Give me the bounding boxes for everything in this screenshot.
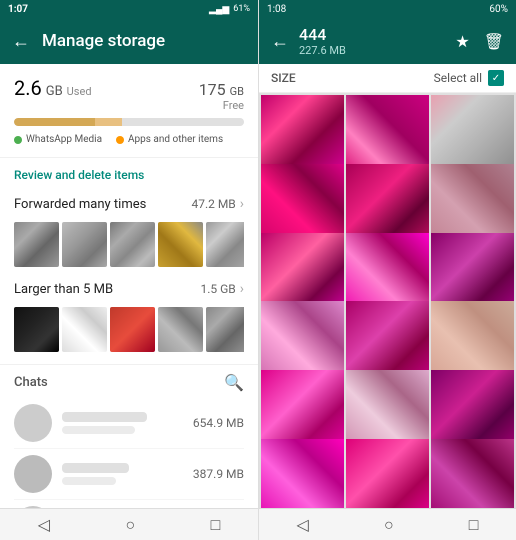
- whatsapp-dot: [14, 136, 22, 144]
- right-recent-nav-icon[interactable]: □: [469, 515, 479, 535]
- legend-whatsapp: WhatsApp Media: [14, 134, 102, 145]
- large-thumb-5: [206, 307, 244, 352]
- chat-name-1: [62, 412, 183, 434]
- chat-item-1[interactable]: 654.9 MB: [14, 398, 244, 449]
- forwarded-size: 47.2 MB ›: [191, 196, 244, 212]
- larger-row[interactable]: Larger than 5 MB 1.5 GB ›: [14, 275, 244, 303]
- whatsapp-bar: [14, 118, 95, 126]
- left-panel: 1:07 ▂▄▆ 61% ← Manage storage 2.6 GB Use…: [0, 0, 258, 540]
- free-storage: 175 GB Free: [199, 80, 244, 112]
- storage-legend: WhatsApp Media Apps and other items: [14, 134, 244, 145]
- left-nav-bar: ◁ ○ □: [0, 508, 258, 540]
- thumb-2: [62, 222, 107, 267]
- storage-section: 2.6 GB Used 175 GB Free WhatsApp Media: [0, 64, 258, 158]
- thumb-3: [110, 222, 155, 267]
- page-title: Manage storage: [42, 31, 165, 51]
- apps-dot: [116, 136, 124, 144]
- large-thumb-3: [110, 307, 155, 352]
- photo-16[interactable]: [261, 439, 344, 508]
- avatar-2: [14, 455, 52, 493]
- right-battery: 60%: [489, 4, 508, 15]
- chat-item-2[interactable]: 387.9 MB: [14, 449, 244, 500]
- forwarded-label: Forwarded many times: [14, 197, 146, 212]
- home-nav-icon[interactable]: ○: [125, 515, 135, 535]
- chats-section: Chats 🔍 654.9 MB 387.9 MB: [0, 365, 258, 508]
- chats-header: Chats 🔍: [14, 373, 244, 392]
- legend-apps: Apps and other items: [116, 134, 223, 145]
- back-button[interactable]: ←: [12, 31, 30, 52]
- photo-18[interactable]: [431, 439, 514, 508]
- thumb-4: [158, 222, 203, 267]
- large-thumb-4: [158, 307, 203, 352]
- right-status-bar: 1:08 60%: [259, 0, 516, 18]
- size-label: SIZE: [271, 71, 296, 85]
- large-thumb-1: [14, 307, 59, 352]
- search-button[interactable]: 🔍: [224, 373, 244, 392]
- chat-name-bar: [62, 412, 147, 422]
- delete-button[interactable]: 🗑: [484, 32, 504, 51]
- main-content: 2.6 GB Used 175 GB Free WhatsApp Media: [0, 64, 258, 508]
- chat-item-3[interactable]: 285.8 MB: [14, 500, 244, 508]
- chat-name-bar-2: [62, 463, 129, 473]
- larger-size: 1.5 GB ›: [201, 281, 245, 297]
- used-unit: GB: [46, 84, 63, 99]
- chat-sub-bar: [62, 426, 135, 434]
- right-back-button[interactable]: ←: [271, 31, 289, 52]
- size-bar: SIZE Select all ✓: [259, 64, 516, 93]
- review-section: Review and delete items Forwarded many t…: [0, 158, 258, 364]
- apps-bar: [95, 118, 123, 126]
- chats-title: Chats: [14, 375, 48, 390]
- right-header: ← 444 227.6 MB ★ 🗑: [259, 18, 516, 64]
- storage-numbers: 2.6 GB Used 175 GB Free: [14, 76, 244, 112]
- used-storage: 2.6 GB Used: [14, 76, 92, 100]
- chat-sub-bar-2: [62, 477, 116, 485]
- select-all-area[interactable]: Select all ✓: [434, 70, 504, 86]
- star-button[interactable]: ★: [455, 32, 469, 51]
- right-back-nav-icon[interactable]: ◁: [297, 515, 309, 534]
- select-all-label: Select all: [434, 71, 482, 85]
- chat-size-1: 654.9 MB: [193, 416, 244, 430]
- battery-label: 61%: [233, 4, 250, 14]
- left-time: 1:07: [8, 4, 28, 15]
- free-label: Free: [199, 99, 244, 112]
- used-value: 2.6: [14, 76, 42, 100]
- chevron-right-icon-2: ›: [240, 281, 244, 297]
- right-header-info: 444 227.6 MB: [299, 25, 445, 57]
- storage-bar: [14, 118, 244, 126]
- large-thumb-2: [62, 307, 107, 352]
- forwarded-row[interactable]: Forwarded many times 47.2 MB ›: [14, 190, 244, 218]
- left-status-icons: ▂▄▆ 61%: [209, 4, 250, 15]
- chevron-right-icon: ›: [240, 196, 244, 212]
- contact-size: 227.6 MB: [299, 44, 445, 57]
- chat-name-2: [62, 463, 183, 485]
- thumb-5: [206, 222, 244, 267]
- contact-name: 444: [299, 25, 445, 44]
- back-nav-icon[interactable]: ◁: [38, 515, 50, 534]
- photo-17[interactable]: [346, 439, 429, 508]
- right-nav-bar: ◁ ○ □: [259, 508, 516, 540]
- free-value: 175 GB: [199, 80, 244, 99]
- right-header-icons: ★ 🗑: [455, 32, 504, 51]
- thumb-1: [14, 222, 59, 267]
- review-title: Review and delete items: [14, 168, 244, 182]
- avatar-1: [14, 404, 52, 442]
- used-label: Used: [67, 85, 92, 98]
- right-panel: 1:08 60% ← 444 227.6 MB ★ 🗑 SIZE Select …: [258, 0, 516, 540]
- recent-nav-icon[interactable]: □: [211, 515, 221, 535]
- select-all-checkbox[interactable]: ✓: [488, 70, 504, 86]
- larger-label: Larger than 5 MB: [14, 282, 113, 297]
- larger-thumbnails: [14, 303, 244, 360]
- apps-label: Apps and other items: [128, 134, 223, 145]
- left-header: ← Manage storage: [0, 18, 258, 64]
- photo-grid: [259, 93, 516, 508]
- right-home-nav-icon[interactable]: ○: [384, 515, 394, 535]
- right-time: 1:08: [267, 4, 286, 15]
- whatsapp-label: WhatsApp Media: [26, 134, 102, 145]
- left-status-bar: 1:07 ▂▄▆ 61%: [0, 0, 258, 18]
- chat-size-2: 387.9 MB: [193, 467, 244, 481]
- signal-icon: ▂▄▆: [209, 4, 229, 15]
- forwarded-thumbnails: [14, 218, 244, 275]
